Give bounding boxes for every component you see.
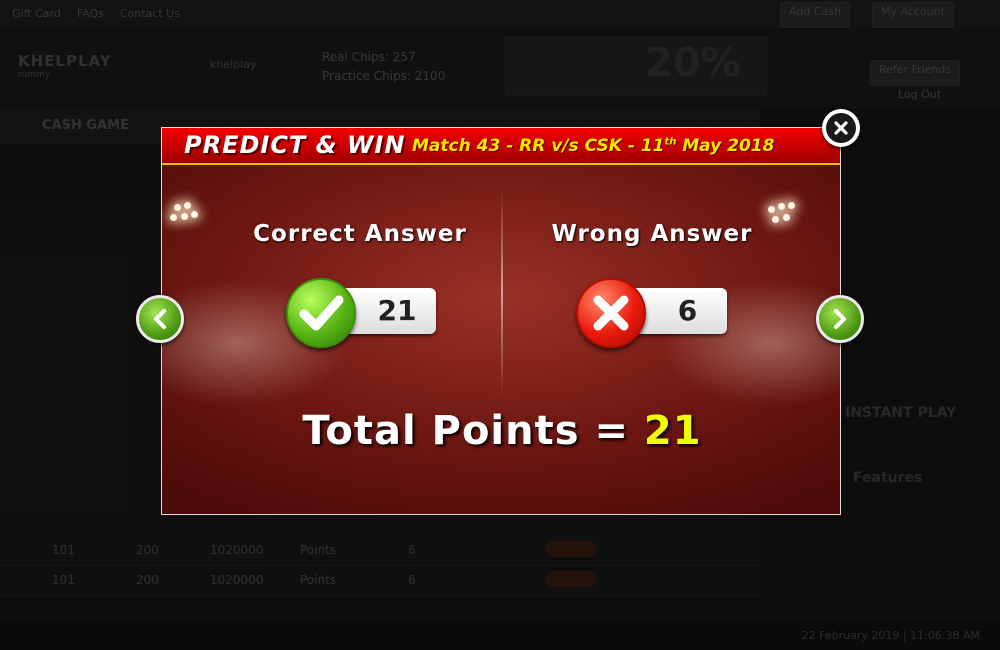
close-icon xyxy=(826,113,856,143)
next-arrow-button[interactable] xyxy=(816,295,864,343)
cross-icon xyxy=(576,278,646,348)
total-points: Total Points = 21 xyxy=(162,408,840,454)
correct-answer-label: Correct Answer xyxy=(253,221,467,247)
chevron-right-icon xyxy=(834,309,846,329)
total-points-value: 21 xyxy=(643,408,702,454)
match-prefix: Match 43 - RR v/s CSK - 11 xyxy=(412,136,665,156)
total-points-label: Total Points = xyxy=(302,408,644,454)
predict-win-modal: PREDICT & WIN Match 43 - RR v/s CSK - 11… xyxy=(161,127,841,515)
stadium-lights-left xyxy=(162,200,202,230)
match-date: May 2018 xyxy=(676,136,775,156)
chevron-left-icon xyxy=(154,309,166,329)
previous-arrow-button[interactable] xyxy=(136,295,184,343)
wrong-count-value: 6 xyxy=(677,294,698,327)
wrong-answer-label: Wrong Answer xyxy=(551,221,753,247)
modal-title: PREDICT & WIN xyxy=(184,131,406,159)
close-button[interactable] xyxy=(822,109,860,147)
check-icon xyxy=(286,278,356,348)
column-divider xyxy=(501,188,503,396)
modal-header: PREDICT & WIN Match 43 - RR v/s CSK - 11… xyxy=(162,128,840,165)
correct-count-value: 21 xyxy=(377,294,417,327)
match-date-suffix: th xyxy=(664,136,677,148)
match-info: Match 43 - RR v/s CSK - 11th May 2018 xyxy=(412,136,774,156)
